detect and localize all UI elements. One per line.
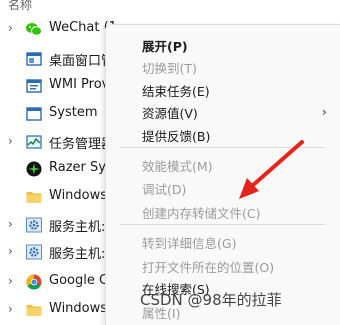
menu-item-switch-to[interactable]: 切换到(T) — [142, 58, 197, 77]
expand-chevron-icon[interactable]: › — [8, 244, 13, 258]
submenu-chevron-icon: › — [322, 105, 327, 119]
menu-separator — [120, 224, 325, 225]
process-name: Google C — [49, 273, 109, 288]
expand-chevron-icon[interactable]: › — [8, 274, 13, 288]
gear-icon — [26, 217, 42, 233]
menu-item-provide-feedback[interactable]: 提供反馈(B) — [142, 126, 210, 145]
expand-chevron-icon[interactable]: › — [8, 217, 13, 231]
menu-item-debug[interactable]: 调试(D) — [142, 179, 186, 198]
razer-icon — [26, 161, 42, 177]
folder-icon — [26, 305, 42, 316]
window-icon — [26, 52, 42, 66]
process-name: Windows — [49, 301, 108, 316]
menu-separator — [120, 147, 325, 148]
process-name: 服务主机: — [49, 247, 106, 262]
task-manager-icon — [26, 135, 42, 149]
gear-icon — [26, 244, 42, 260]
menu-item-go-to-details[interactable]: 转到详细信息(G) — [142, 233, 236, 252]
process-name: WMI Prov — [49, 77, 110, 92]
wechat-icon — [26, 23, 42, 36]
expand-chevron-icon[interactable]: › — [8, 134, 13, 148]
menu-item-resource-values[interactable]: 资源值(V) — [142, 103, 198, 122]
column-header[interactable]: 名称 — [0, 0, 340, 14]
process-name: Windows — [49, 188, 108, 203]
chrome-icon — [26, 274, 42, 290]
context-menu: 展开(P) 切换到(T) 结束任务(E) 资源值(V) › 提供反馈(B) 效能… — [105, 24, 340, 325]
process-name: System — [49, 105, 98, 120]
name-column-label: 名称 — [8, 0, 33, 12]
menu-item-create-dump-file[interactable]: 创建内存转储文件(C) — [142, 203, 260, 222]
menu-item-open-file-location[interactable]: 打开文件所在的位置(O) — [142, 257, 274, 276]
watermark: CSDN @98年的拉菲 — [140, 291, 282, 309]
wmi-icon — [26, 79, 42, 93]
process-name: 服务主机: — [49, 220, 106, 235]
folder-icon — [26, 192, 42, 203]
expand-chevron-icon[interactable]: › — [8, 302, 13, 316]
expand-chevron-icon[interactable]: › — [8, 21, 13, 35]
menu-item-expand[interactable]: 展开(P) — [142, 36, 188, 55]
menu-item-end-task[interactable]: 结束任务(E) — [142, 81, 210, 100]
menu-item-efficiency-mode[interactable]: 效能模式(M) — [142, 156, 213, 175]
system-icon — [26, 107, 42, 121]
